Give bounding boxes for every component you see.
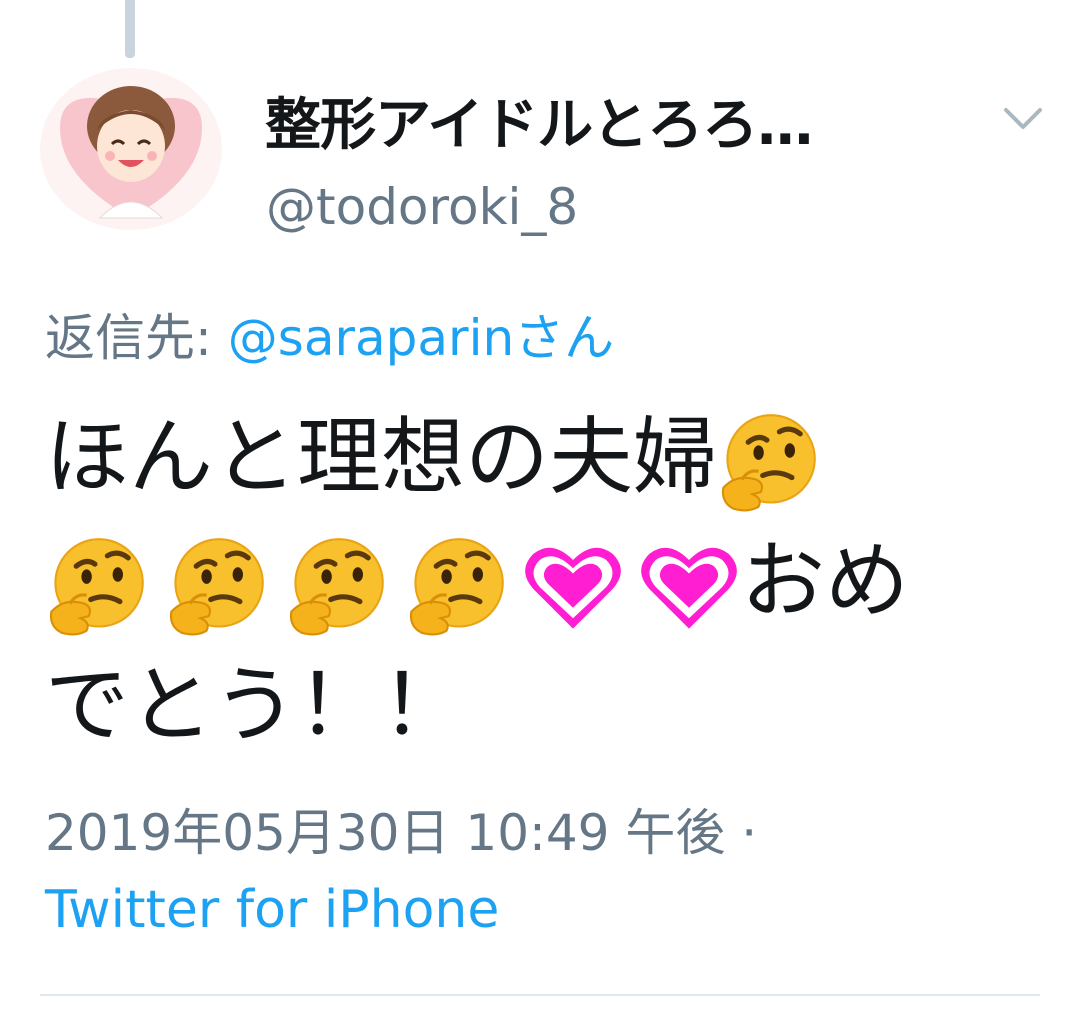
thinking-face-emoji [285,535,389,639]
tweet-text-part-1: ほんと理想の夫婦 [45,408,718,506]
thread-connector-line [125,0,135,58]
reply-mention-handle[interactable]: @saraparin [228,309,514,367]
thinking-face-emoji [165,535,269,639]
avatar-illustration [40,68,222,230]
author-display-name[interactable]: 整形アイドルとろろ… [265,80,813,161]
heart-outline-emoji [521,535,625,639]
divider [40,994,1040,996]
heart-outline-emoji [637,535,741,639]
thinking-face-emoji [45,535,149,639]
reply-prefix: 返信先: [45,309,212,367]
tweet-source-link[interactable]: Twitter for iPhone [45,880,499,940]
tweet-text-part-2: おめ [741,532,910,630]
reply-mention-suffix[interactable]: さん [514,309,614,367]
tweet-text-part-3: でとう！！ [45,656,466,754]
chevron-down-icon[interactable] [1000,102,1046,134]
avatar[interactable] [40,68,222,230]
thinking-face-emoji [717,411,821,515]
tweet-timestamp[interactable]: 2019年05月30日 10:49 午後 · [45,793,757,865]
thinking-face-emoji [405,535,509,639]
reply-mention-link[interactable]: @saraparinさん [228,309,614,367]
tweet-body: ほんと理想の夫婦 おめ でとう！！ [45,395,1045,767]
author-handle[interactable]: @todoroki_8 [266,178,578,236]
reply-context: 返信先: @saraparinさん [45,298,614,370]
